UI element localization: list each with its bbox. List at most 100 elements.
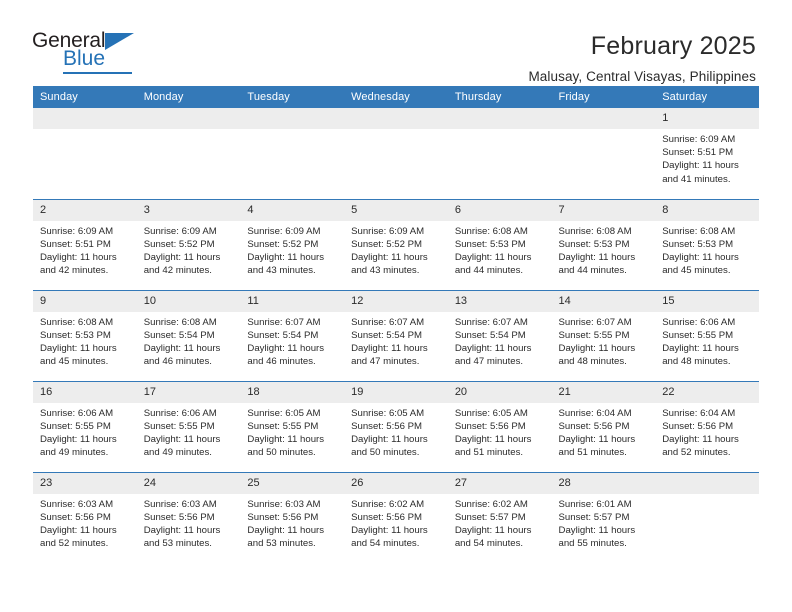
calendar-day-cell[interactable]: 25 Sunrise: 6:03 AM Sunset: 5:56 PM Dayligh…: [240, 471, 345, 564]
daylight-text-line1: Daylight: 11 hours: [558, 342, 636, 354]
daylight-text-line2: and 54 minutes.: [351, 538, 420, 550]
daylight-text-line1: Daylight: 11 hours: [351, 342, 428, 354]
daylight-text-line2: and 51 minutes.: [558, 447, 627, 459]
calendar-day-cell[interactable]: 15 Sunrise: 6:06 AM Sunset: 5:55 PM Dayligh…: [655, 289, 759, 381]
day-number: [136, 108, 241, 129]
day-number: 22: [655, 381, 759, 403]
daylight-text-line2: and 41 minutes.: [662, 173, 731, 185]
sunset-text: Sunset: 5:56 PM: [351, 420, 423, 432]
calendar-day-cell[interactable]: 12 Sunrise: 6:07 AM Sunset: 5:54 PM Dayligh…: [344, 289, 448, 381]
sun-info: Sunrise: 6:07 AM Sunset: 5:54 PM Daylight:…: [448, 312, 552, 369]
sun-info: Sunrise: 6:07 AM Sunset: 5:54 PM Daylight:…: [344, 312, 448, 369]
daylight-text-line2: and 43 minutes.: [247, 265, 316, 277]
calendar-day-cell[interactable]: 16 Sunrise: 6:06 AM Sunset: 5:55 PM Dayligh…: [33, 380, 137, 472]
day-number: 23: [33, 472, 137, 494]
calendar-day-cell[interactable]: 28 Sunrise: 6:01 AM Sunset: 5:57 PM Dayligh…: [551, 471, 656, 564]
calendar-day-cell[interactable]: 23 Sunrise: 6:03 AM Sunset: 5:56 PM Dayligh…: [33, 471, 137, 564]
calendar-day-cell[interactable]: 10 Sunrise: 6:08 AM Sunset: 5:54 PM Dayligh…: [136, 289, 241, 381]
calendar-day-cell[interactable]: 4 Sunrise: 6:09 AM Sunset: 5:52 PM Daylight…: [240, 198, 345, 290]
daylight-text-line2: and 44 minutes.: [454, 265, 524, 277]
calendar-cell-empty: [344, 108, 448, 199]
day-number: 24: [136, 472, 241, 494]
sunset-text: Sunset: 5:56 PM: [454, 420, 526, 432]
calendar-cell-empty: [447, 108, 552, 199]
daylight-text-line1: Daylight: 11 hours: [454, 342, 532, 354]
sun-info: Sunrise: 6:04 AM Sunset: 5:56 PM Daylight:…: [552, 403, 656, 460]
calendar-day-cell[interactable]: 3 Sunrise: 6:09 AM Sunset: 5:52 PM Daylight…: [136, 198, 241, 290]
day-number: [655, 472, 759, 494]
day-cell-inner: 26 Sunrise: 6:02 AM Sunset: 5:56 PM Dayligh…: [344, 472, 448, 564]
month-calendar: Sunday Monday Tuesday Wednesday Thursday Frid…: [33, 86, 759, 563]
daylight-text-line2: and 46 minutes.: [143, 356, 212, 368]
calendar-page: General Blue February 2025 Malusay, Cent…: [0, 0, 792, 612]
calendar-day-cell[interactable]: 24 Sunrise: 6:03 AM Sunset: 5:56 PM Dayligh…: [136, 471, 241, 563]
daylight-text-line1: Daylight: 11 hours: [143, 342, 221, 354]
calendar-day-cell[interactable]: 2 Sunrise: 6:09 AM Sunset: 5:51 PM Daylight…: [33, 198, 137, 290]
calendar-day-cell[interactable]: 19 Sunrise: 6:05 AM Sunset: 5:56 PM Dayligh…: [344, 380, 448, 472]
sun-info: Sunrise: 6:03 AM Sunset: 5:56 PM Daylight:…: [137, 494, 241, 551]
day-cell-inner: 27 Sunrise: 6:02 AM Sunset: 5:57 PM Dayligh…: [447, 472, 552, 564]
day-cell-inner: 19 Sunrise: 6:05 AM Sunset: 5:56 PM Dayligh…: [344, 381, 448, 472]
calendar-day-cell[interactable]: 1 Sunrise: 6:09 AM Sunset: 5:51 PM Daylight…: [655, 108, 759, 199]
calendar-day-cell[interactable]: 6 Sunrise: 6:08 AM Sunset: 5:53 PM Daylight…: [447, 198, 552, 290]
sunset-text: Sunset: 5:54 PM: [454, 329, 526, 341]
daylight-text-line2: and 43 minutes.: [351, 265, 420, 277]
calendar-day-cell[interactable]: 22 Sunrise: 6:04 AM Sunset: 5:56 PM Dayligh…: [655, 380, 759, 472]
sunrise-text: Sunrise: 6:05 AM: [454, 407, 528, 419]
calendar-day-cell[interactable]: 27 Sunrise: 6:02 AM Sunset: 5:57 PM Dayligh…: [447, 471, 552, 564]
weekday-header-wednesday: Wednesday: [344, 86, 448, 108]
weekday-header-thursday: Thursday: [447, 86, 552, 108]
sunrise-text: Sunrise: 6:07 AM: [351, 316, 425, 328]
calendar-day-cell[interactable]: 26 Sunrise: 6:02 AM Sunset: 5:56 PM Dayligh…: [344, 471, 448, 564]
calendar-day-cell[interactable]: 18 Sunrise: 6:05 AM Sunset: 5:55 PM Dayligh…: [240, 380, 345, 472]
daylight-text-line1: Daylight: 11 hours: [662, 433, 739, 445]
general-blue-logo[interactable]: General Blue: [32, 30, 144, 76]
daylight-text-line1: Daylight: 11 hours: [40, 342, 117, 354]
daylight-text-line1: Daylight: 11 hours: [558, 251, 636, 263]
sunset-text: Sunset: 5:56 PM: [662, 420, 734, 432]
daylight-text-line1: Daylight: 11 hours: [40, 251, 117, 263]
day-cell-inner: [551, 108, 656, 199]
calendar-day-cell[interactable]: 20 Sunrise: 6:05 AM Sunset: 5:56 PM Dayligh…: [447, 380, 552, 472]
sunrise-text: Sunrise: 6:02 AM: [454, 498, 528, 510]
calendar-day-cell[interactable]: 21 Sunrise: 6:04 AM Sunset: 5:56 PM Dayligh…: [551, 380, 656, 472]
day-cell-inner: 28 Sunrise: 6:01 AM Sunset: 5:57 PM Dayligh…: [551, 472, 656, 564]
sunset-text: Sunset: 5:52 PM: [247, 238, 319, 250]
calendar-week-row: 16 Sunrise: 6:06 AM Sunset: 5:55 PM Dayligh…: [33, 380, 759, 472]
day-number: 7: [551, 199, 656, 221]
day-cell-inner: [344, 108, 448, 199]
day-number: 3: [136, 199, 241, 221]
day-cell-inner: 5 Sunrise: 6:09 AM Sunset: 5:52 PM Daylight…: [344, 199, 448, 290]
calendar-day-cell[interactable]: 14 Sunrise: 6:07 AM Sunset: 5:55 PM Dayligh…: [551, 289, 656, 381]
daylight-text-line2: and 42 minutes.: [143, 265, 212, 277]
logo-text-blue: Blue: [63, 47, 106, 70]
day-number: 1: [655, 108, 759, 129]
day-cell-inner: 4 Sunrise: 6:09 AM Sunset: 5:52 PM Daylight…: [240, 199, 345, 290]
day-number: 9: [33, 290, 137, 312]
calendar-day-cell[interactable]: 9 Sunrise: 6:08 AM Sunset: 5:53 PM Daylight…: [33, 289, 137, 381]
day-cell-inner: 8 Sunrise: 6:08 AM Sunset: 5:53 PM Daylight…: [655, 199, 759, 290]
calendar-cell-empty: [136, 108, 241, 199]
daylight-text-line1: Daylight: 11 hours: [454, 251, 532, 263]
sun-info: Sunrise: 6:09 AM Sunset: 5:52 PM Daylight:…: [344, 221, 448, 278]
day-number: 2: [33, 199, 137, 221]
page-header: General Blue February 2025 Malusay, Cent…: [0, 0, 792, 84]
day-cell-inner: 23 Sunrise: 6:03 AM Sunset: 5:56 PM Dayligh…: [33, 472, 137, 564]
sunrise-text: Sunrise: 6:08 AM: [662, 225, 736, 237]
sunset-text: Sunset: 5:56 PM: [351, 511, 423, 523]
sunrise-text: Sunrise: 6:05 AM: [247, 407, 321, 419]
day-cell-inner: 25 Sunrise: 6:03 AM Sunset: 5:56 PM Dayligh…: [240, 472, 345, 564]
sun-info: Sunrise: 6:06 AM Sunset: 5:55 PM Daylight:…: [655, 312, 759, 369]
calendar-day-cell[interactable]: 13 Sunrise: 6:07 AM Sunset: 5:54 PM Dayligh…: [447, 289, 552, 381]
daylight-text-line1: Daylight: 11 hours: [662, 251, 739, 263]
sunset-text: Sunset: 5:53 PM: [662, 238, 734, 250]
calendar-day-cell[interactable]: 5 Sunrise: 6:09 AM Sunset: 5:52 PM Daylight…: [344, 198, 448, 290]
calendar-day-cell[interactable]: 7 Sunrise: 6:08 AM Sunset: 5:53 PM Daylight…: [551, 198, 656, 290]
sun-info: Sunrise: 6:07 AM Sunset: 5:55 PM Daylight:…: [552, 312, 656, 369]
calendar-day-cell[interactable]: 8 Sunrise: 6:08 AM Sunset: 5:53 PM Daylight…: [655, 198, 759, 290]
day-number: [447, 108, 552, 129]
day-number: 27: [447, 472, 552, 494]
day-cell-inner: 12 Sunrise: 6:07 AM Sunset: 5:54 PM Dayligh…: [344, 290, 448, 381]
calendar-day-cell[interactable]: 11 Sunrise: 6:07 AM Sunset: 5:54 PM Dayligh…: [240, 289, 345, 381]
calendar-day-cell[interactable]: 17 Sunrise: 6:06 AM Sunset: 5:55 PM Dayligh…: [136, 380, 241, 472]
